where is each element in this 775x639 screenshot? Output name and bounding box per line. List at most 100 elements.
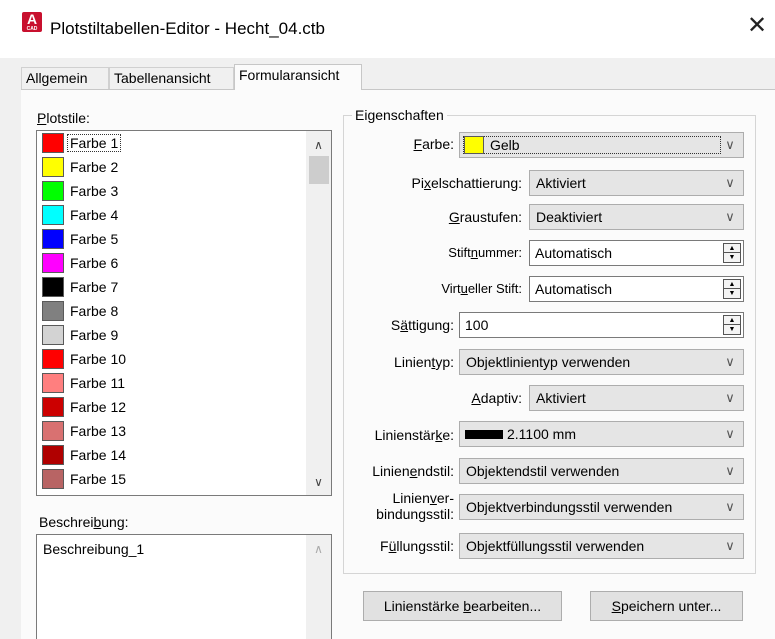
tab-formularansicht[interactable]: Formularansicht: [234, 64, 362, 90]
list-item-label: Farbe 10: [70, 351, 127, 367]
stiftnummer-spinner[interactable]: Automatisch ▲ ▼: [529, 240, 744, 266]
tab-tabellenansicht[interactable]: Tabellenansicht: [109, 67, 234, 89]
scroll-up-icon: ∧: [314, 542, 323, 556]
list-item-label: Farbe 7: [70, 279, 119, 295]
list-item-label: Farbe 1: [66, 134, 122, 152]
linienendstil-dropdown[interactable]: Objektendstil verwenden ∨: [459, 458, 744, 484]
saettigung-spin-buttons[interactable]: ▲ ▼: [723, 315, 741, 335]
list-item-label: Farbe 8: [70, 303, 119, 319]
adaptiv-dropdown[interactable]: Aktiviert ∨: [529, 385, 744, 411]
virtueller-stift-value: Automatisch: [535, 281, 613, 297]
saettigung-label: Sättigung:: [390, 317, 454, 333]
list-item-label: Farbe 2: [70, 159, 119, 175]
adaptiv-label: Adaptiv:: [471, 390, 522, 406]
adaptiv-value: Aktiviert: [536, 390, 586, 406]
farbe-dropdown[interactable]: Gelb ∨: [459, 132, 744, 158]
virtueller-stift-label: Virtueller Stift:: [441, 281, 522, 296]
pixelschattierung-dropdown[interactable]: Aktiviert ∨: [529, 170, 744, 196]
linienendstil-label: Linienendstil:: [372, 463, 454, 479]
virtueller-stift-spinner[interactable]: Automatisch ▲ ▼: [529, 276, 744, 302]
linientyp-label: Linientyp:: [394, 354, 454, 370]
fuellungsstil-dropdown[interactable]: Objektfüllungsstil verwenden ∨: [459, 533, 744, 559]
list-item[interactable]: Farbe 1: [37, 131, 331, 155]
list-item[interactable]: Farbe 14: [37, 443, 331, 467]
color-swatch: [42, 469, 64, 489]
fuellungsstil-value: Objektfüllungsstil verwenden: [466, 538, 645, 554]
color-swatch: [42, 205, 64, 225]
color-swatch: [42, 157, 64, 177]
plotstile-label: Plotstile:: [37, 110, 90, 126]
list-item[interactable]: Farbe 12: [37, 395, 331, 419]
scroll-up-icon[interactable]: ∧: [306, 134, 331, 156]
spin-down-icon[interactable]: ▼: [724, 325, 740, 334]
color-swatch: [42, 397, 64, 417]
spin-up-icon[interactable]: ▲: [724, 244, 740, 253]
list-item[interactable]: Farbe 11: [37, 371, 331, 395]
list-item[interactable]: Farbe 7: [37, 275, 331, 299]
virtueller-stift-spin-buttons[interactable]: ▲ ▼: [723, 279, 741, 299]
color-swatch: [42, 229, 64, 249]
title-bar: A CAD Plotstiltabellen-Editor - Hecht_04.…: [0, 0, 775, 58]
autocad-app-icon: A CAD: [22, 12, 42, 32]
spin-down-icon[interactable]: ▼: [724, 253, 740, 262]
color-swatch: [42, 253, 64, 273]
color-swatch: [42, 325, 64, 345]
list-item-label: Farbe 3: [70, 183, 119, 199]
list-item[interactable]: Farbe 6: [37, 251, 331, 275]
beschreibung-scrollbar[interactable]: ∧: [306, 535, 331, 639]
list-item-label: Farbe 13: [70, 423, 127, 439]
chevron-down-icon: ∨: [725, 499, 735, 514]
scroll-down-icon[interactable]: ∨: [306, 471, 331, 493]
color-swatch: [42, 373, 64, 393]
linienverbindungsstil-label: Linienver-bindungsstil:: [376, 490, 454, 522]
color-swatch: [42, 181, 64, 201]
farbe-value: Gelb: [490, 137, 520, 153]
scroll-thumb[interactable]: [309, 156, 329, 184]
beschreibung-textarea[interactable]: Beschreibung_1 ∧: [36, 534, 332, 639]
eigenschaften-title: Eigenschaften: [352, 107, 447, 123]
list-item-label: Farbe 6: [70, 255, 119, 271]
saettigung-value: 100: [465, 317, 489, 333]
linienstaerke-label: Linienstärke:: [374, 427, 454, 443]
speichern-unter-button[interactable]: Speichern unter...: [590, 591, 743, 621]
chevron-down-icon: ∨: [725, 463, 735, 478]
tab-allgemein[interactable]: Allgemein: [21, 67, 109, 89]
color-swatch: [42, 349, 64, 369]
linientyp-value: Objektlinientyp verwenden: [466, 354, 631, 370]
stiftnummer-spin-buttons[interactable]: ▲ ▼: [723, 243, 741, 263]
linientyp-dropdown[interactable]: Objektlinientyp verwenden ∨: [459, 349, 744, 375]
chevron-down-icon: ∨: [725, 354, 735, 369]
chevron-down-icon: ∨: [725, 538, 735, 553]
saettigung-spinner[interactable]: 100 ▲ ▼: [459, 312, 744, 338]
stiftnummer-label: Stiftnummer:: [448, 245, 522, 260]
linienstaerke-bearbeiten-button[interactable]: Linienstärke bearbeiten...: [363, 591, 562, 621]
list-item-label: Farbe 14: [70, 447, 127, 463]
list-item[interactable]: Farbe 2: [37, 155, 331, 179]
close-icon[interactable]: ✕: [745, 14, 769, 38]
linienstaerke-dropdown[interactable]: 2.1100 mm ∨: [459, 421, 744, 447]
list-item[interactable]: Farbe 5: [37, 227, 331, 251]
chevron-down-icon: ∨: [725, 426, 735, 441]
spin-up-icon[interactable]: ▲: [724, 316, 740, 325]
linienverbindungsstil-dropdown[interactable]: Objektverbindungsstil verwenden ∨: [459, 494, 744, 520]
list-item-label: Farbe 9: [70, 327, 119, 343]
list-item[interactable]: Farbe 10: [37, 347, 331, 371]
beschreibung-label: Beschreibung:: [39, 514, 129, 530]
spin-down-icon[interactable]: ▼: [724, 289, 740, 298]
graustufen-dropdown[interactable]: Deaktiviert ∨: [529, 204, 744, 230]
farbe-swatch: [464, 136, 484, 154]
plotstile-scrollbar[interactable]: ∧ ∨: [306, 131, 331, 495]
plotstile-listbox[interactable]: Farbe 1 Farbe 2 Farbe 3 Farbe 4 Farbe 5 Farbe…: [36, 130, 332, 496]
window-title: Plotstiltabellen-Editor - Hecht_04.ctb: [50, 19, 325, 38]
color-swatch: [42, 301, 64, 321]
list-item[interactable]: Farbe 15: [37, 467, 331, 491]
spin-up-icon[interactable]: ▲: [724, 280, 740, 289]
list-item[interactable]: Farbe 4: [37, 203, 331, 227]
list-item-label: Farbe 11: [70, 375, 125, 391]
list-item[interactable]: Farbe 13: [37, 419, 331, 443]
list-item-label: Farbe 5: [70, 231, 119, 247]
farbe-label: Farbe:: [413, 136, 454, 152]
list-item[interactable]: Farbe 9: [37, 323, 331, 347]
list-item[interactable]: Farbe 3: [37, 179, 331, 203]
list-item[interactable]: Farbe 8: [37, 299, 331, 323]
